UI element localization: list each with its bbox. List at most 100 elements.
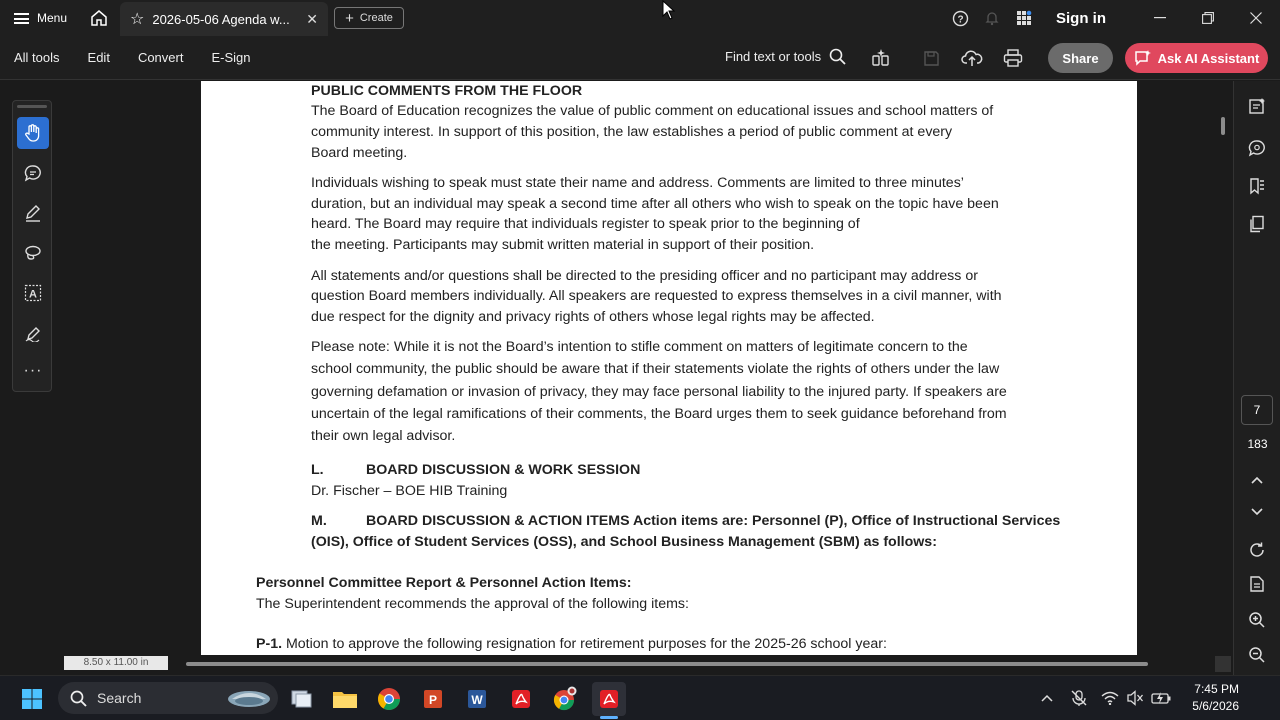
- paragraph-line: the meeting. Participants may submit wri…: [311, 237, 815, 253]
- section-l-letter: L.: [311, 462, 324, 478]
- close-tab-icon[interactable]: ✕: [306, 11, 318, 28]
- acrobat-active-icon[interactable]: [592, 682, 626, 716]
- paragraph-line: Individuals wishing to speak must state …: [311, 175, 964, 191]
- menu-convert[interactable]: Convert: [124, 50, 198, 65]
- volume-muted-icon[interactable]: [1125, 688, 1145, 708]
- menu-button[interactable]: Menu: [0, 0, 77, 36]
- panel-grip[interactable]: [17, 105, 47, 108]
- menu-edit[interactable]: Edit: [74, 50, 124, 65]
- menu-all-tools[interactable]: All tools: [0, 50, 74, 65]
- plus-icon: +: [345, 9, 354, 27]
- p1-label: P-1.: [256, 636, 283, 652]
- paragraph-line: Please note: While it is not the Board’s…: [311, 339, 968, 355]
- scrollbar-corner: [1215, 656, 1231, 672]
- personnel-heading: Personnel Committee Report & Personnel A…: [256, 575, 632, 591]
- chrome-profile-icon[interactable]: [548, 682, 582, 716]
- current-page-input[interactable]: 7: [1241, 395, 1273, 425]
- zoom-out-icon[interactable]: [1244, 642, 1270, 668]
- share-button[interactable]: Share: [1048, 43, 1113, 73]
- comment-tool-button[interactable]: [17, 157, 49, 189]
- system-clock[interactable]: 7:45 PM 5/6/2026: [1183, 681, 1239, 715]
- edit-pdf-panel-icon[interactable]: [1244, 93, 1270, 119]
- windows-start-icon[interactable]: [15, 682, 49, 716]
- paragraph-line: duration, but an individual may speak a …: [311, 196, 999, 212]
- p1-text: Motion to approve the following resignat…: [282, 636, 887, 652]
- pages-panel-icon[interactable]: [1244, 211, 1270, 237]
- page-size-indicator: 8.50 x 11.00 in: [64, 656, 168, 670]
- sign-in-button[interactable]: Sign in: [1056, 10, 1106, 27]
- svg-text:?: ?: [957, 14, 963, 25]
- comment-icon: [24, 165, 41, 182]
- svg-text:W: W: [471, 693, 483, 707]
- apps-grid-icon[interactable]: [1008, 0, 1040, 36]
- paragraph-line: All statements and/or questions shall be…: [311, 268, 978, 284]
- upload-cloud-icon[interactable]: [959, 46, 985, 70]
- chrome-icon[interactable]: [372, 682, 406, 716]
- close-window-icon[interactable]: [1232, 0, 1280, 36]
- highlight-tool-button[interactable]: [17, 197, 49, 229]
- right-rail: 7 183: [1233, 81, 1280, 675]
- text-box-icon: A: [24, 284, 42, 302]
- paragraph-line: Board meeting.: [311, 145, 408, 161]
- paragraph-line: question Board members individually. All…: [311, 288, 1002, 304]
- clock-time: 7:45 PM: [1194, 682, 1239, 696]
- show-hidden-icons[interactable]: [1037, 688, 1057, 708]
- bookmarks-panel-icon[interactable]: [1244, 173, 1270, 199]
- mouse-cursor-icon: [662, 0, 676, 20]
- refresh-icon[interactable]: [1244, 537, 1270, 563]
- tab-title: 2026-05-06 Agenda w...: [152, 11, 290, 27]
- section-l-item: Dr. Fischer – BOE HIB Training: [311, 483, 508, 499]
- more-tools-icon[interactable]: ···: [17, 355, 49, 387]
- restore-icon[interactable]: [1184, 0, 1232, 36]
- acrobat-icon[interactable]: [504, 682, 538, 716]
- hand-tool-button[interactable]: [17, 117, 49, 149]
- sign-tool-button[interactable]: [17, 317, 49, 349]
- microphone-muted-icon[interactable]: [1069, 688, 1089, 708]
- help-icon[interactable]: ?: [944, 0, 976, 36]
- vertical-scrollbar-thumb[interactable]: [1221, 117, 1225, 135]
- quick-tools-panel: A ···: [12, 100, 52, 392]
- ask-ai-assistant-button[interactable]: Ask AI Assistant: [1125, 43, 1268, 73]
- star-icon[interactable]: ☆: [130, 9, 144, 29]
- document-tab[interactable]: ☆ 2026-05-06 Agenda w... ✕: [120, 2, 328, 36]
- file-explorer-icon[interactable]: [328, 682, 362, 716]
- draw-tool-button[interactable]: [17, 237, 49, 269]
- task-view-icon[interactable]: [285, 682, 319, 716]
- svg-text:P: P: [429, 693, 437, 707]
- horizontal-scrollbar-thumb[interactable]: [186, 662, 1148, 666]
- word-icon[interactable]: W: [460, 682, 494, 716]
- zoom-in-icon[interactable]: [1244, 607, 1270, 633]
- taskbar-search[interactable]: Search: [58, 682, 278, 714]
- section-m-title: BOARD DISCUSSION & ACTION ITEMS Action i…: [366, 513, 1061, 529]
- notification-bell-icon[interactable]: [976, 0, 1008, 36]
- paragraph-line: The Board of Education recognizes the va…: [311, 103, 994, 119]
- comment-panel-icon[interactable]: [1244, 135, 1270, 161]
- save-icon[interactable]: [918, 46, 944, 70]
- personnel-text: The Superintendent recommends the approv…: [256, 596, 689, 612]
- page-down-icon[interactable]: [1244, 499, 1270, 525]
- search-icon: [70, 690, 87, 707]
- page-up-icon[interactable]: [1244, 467, 1270, 493]
- ask-ai-label: Ask AI Assistant: [1157, 50, 1260, 66]
- menu-e-sign[interactable]: E-Sign: [197, 50, 264, 65]
- battery-charging-icon[interactable]: [1151, 688, 1171, 708]
- menu-label: Menu: [37, 11, 68, 25]
- create-button[interactable]: + Create: [334, 7, 404, 29]
- paragraph-line: governing defamation or invasion of priv…: [311, 384, 1007, 400]
- pen-icon: [26, 205, 40, 222]
- find-text-or-tools[interactable]: Find text or tools: [725, 48, 846, 65]
- wifi-icon[interactable]: [1100, 688, 1120, 708]
- page-fit-icon[interactable]: [1244, 571, 1270, 597]
- print-icon[interactable]: [1000, 46, 1026, 70]
- paragraph-line: community interest. In support of this p…: [311, 124, 953, 140]
- minimize-icon[interactable]: [1136, 0, 1184, 36]
- ai-tools-icon[interactable]: [868, 46, 894, 70]
- home-icon[interactable]: [81, 0, 117, 36]
- heading-public-comments: PUBLIC COMMENTS FROM THE FLOOR: [311, 83, 583, 99]
- windows-taskbar: Search P W 7:45 PM 5/6/2026: [0, 675, 1280, 720]
- text-tool-button[interactable]: A: [17, 277, 49, 309]
- powerpoint-icon[interactable]: P: [416, 682, 450, 716]
- paragraph-line: uncertain of the legal ramifications of …: [311, 406, 1007, 422]
- lasso-icon: [25, 245, 41, 260]
- active-app-indicator: [600, 716, 618, 719]
